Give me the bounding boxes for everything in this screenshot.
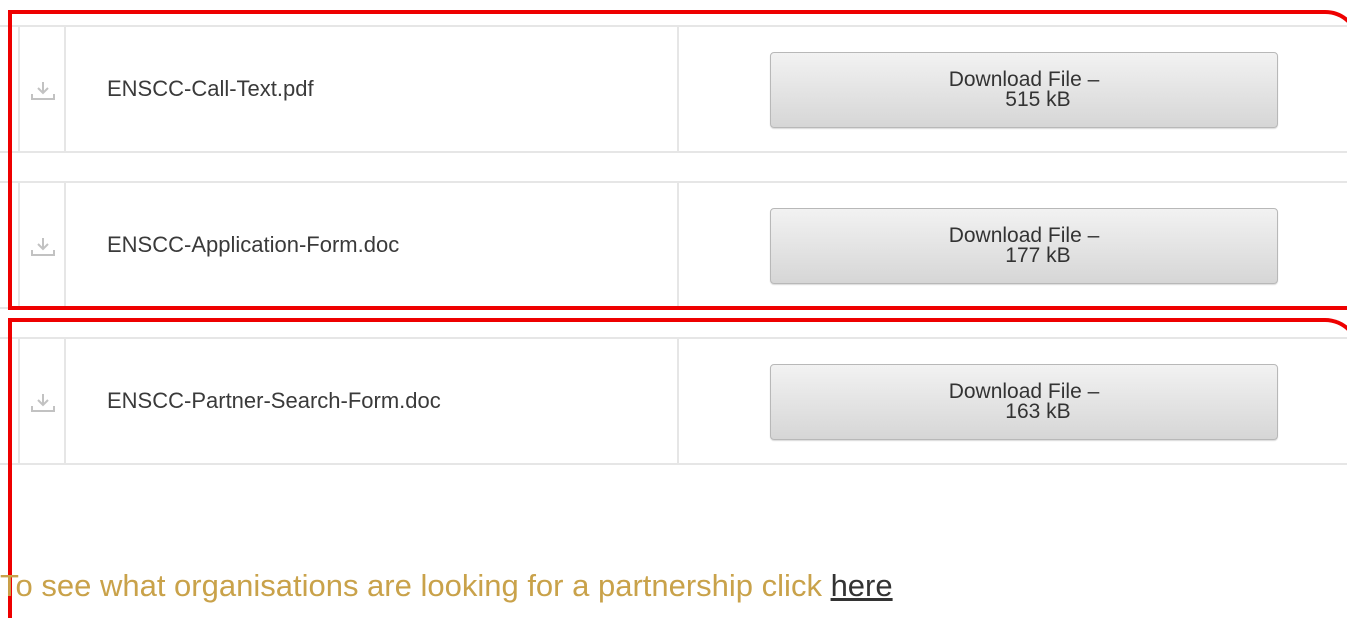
download-file-button[interactable]: Download File – 515 kB — [770, 52, 1278, 128]
download-icon — [31, 394, 55, 412]
file-size: 163 kB — [1005, 400, 1071, 423]
file-name: ENSCC-Partner-Search-Form.doc — [107, 388, 441, 413]
file-icon-cell — [18, 183, 66, 307]
file-row: ENSCC-Partner-Search-Form.doc Download F… — [0, 337, 1347, 465]
partnership-text: To see what organisations are looking fo… — [0, 568, 893, 604]
download-file-button[interactable]: Download File – 177 kB — [770, 208, 1278, 284]
file-name: ENSCC-Call-Text.pdf — [107, 76, 314, 101]
column-divider — [677, 339, 679, 463]
file-name: ENSCC-Application-Form.doc — [107, 232, 400, 257]
file-icon-cell — [18, 339, 66, 463]
partnership-prompt: To see what organisations are looking fo… — [0, 568, 831, 603]
download-file-button[interactable]: Download File – 163 kB — [770, 364, 1278, 440]
file-size: 515 kB — [1005, 88, 1071, 111]
download-icon — [31, 238, 55, 256]
partnership-link[interactable]: here — [831, 568, 893, 603]
file-row: ENSCC-Application-Form.doc Download File… — [0, 181, 1347, 309]
column-divider — [677, 183, 679, 307]
file-row: ENSCC-Call-Text.pdf Download File – 515 … — [0, 25, 1347, 153]
file-icon-cell — [18, 27, 66, 151]
download-page: ENSCC-Call-Text.pdf Download File – 515 … — [0, 0, 1347, 618]
column-divider — [677, 27, 679, 151]
file-size: 177 kB — [1005, 244, 1071, 267]
download-icon — [31, 82, 55, 100]
